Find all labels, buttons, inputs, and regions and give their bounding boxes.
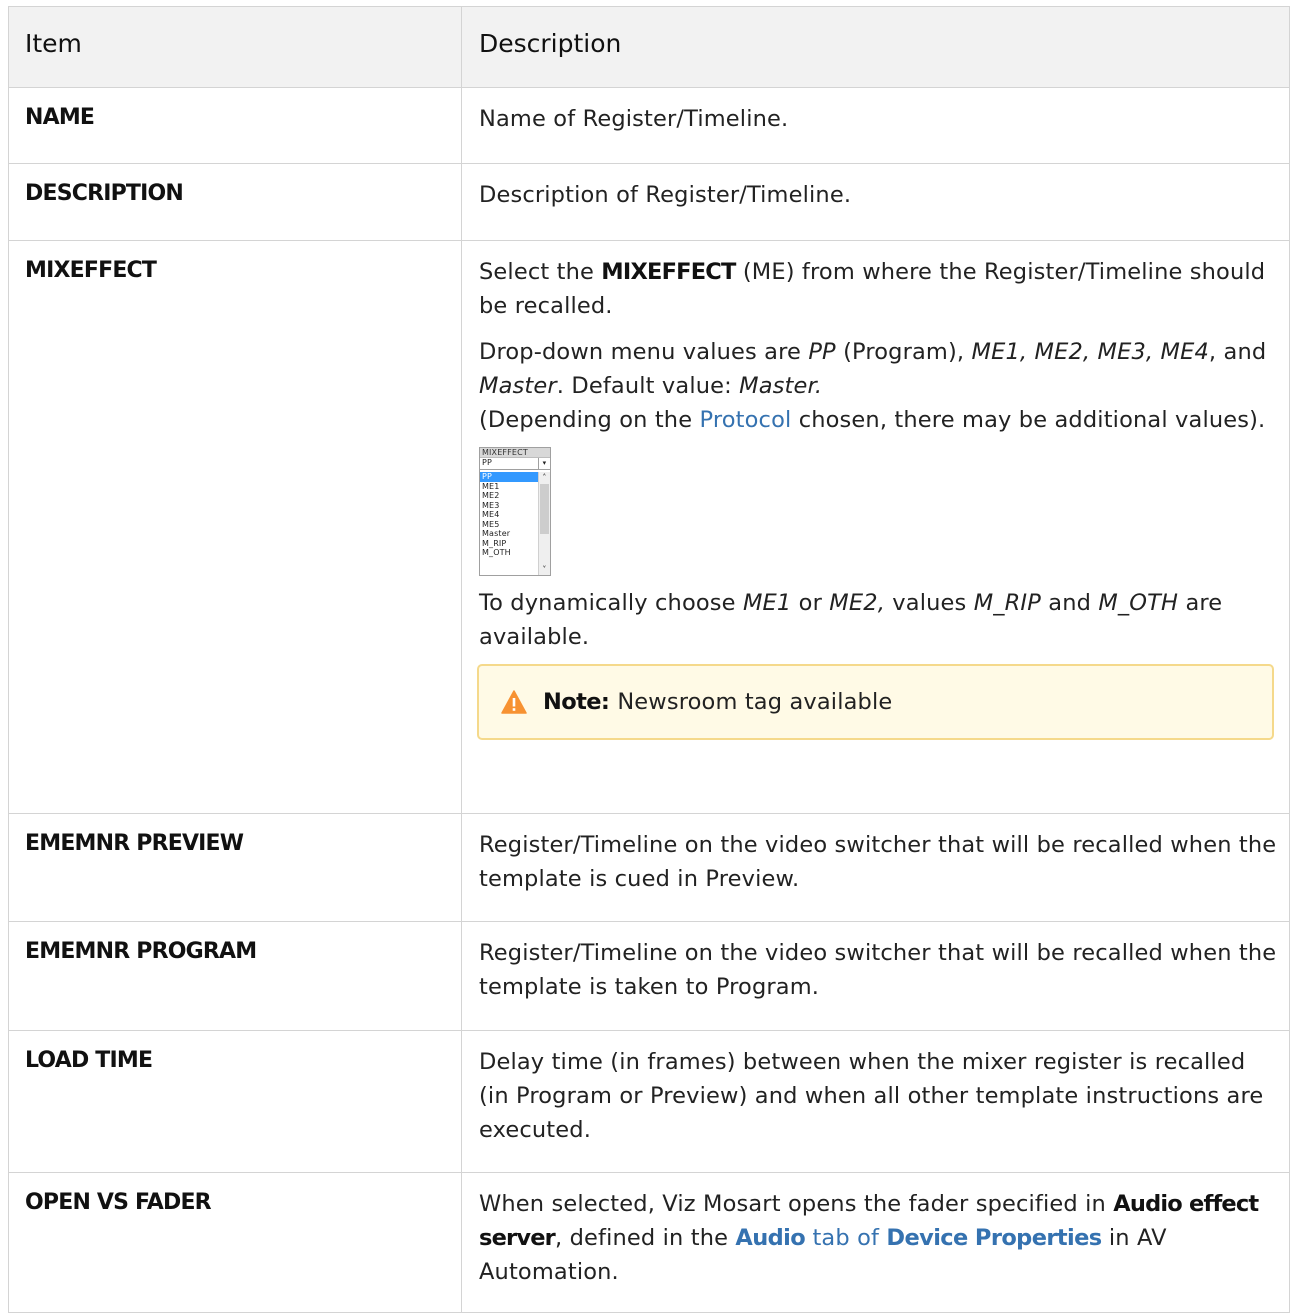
row-description: Delay time (in frames) between when the … [479, 1049, 1264, 1143]
dropdown-option: ME5 [482, 519, 500, 529]
dropdown-option: ME1 [482, 481, 500, 491]
dropdown-scrollbar: ˄ ˅ [538, 472, 550, 575]
dropdown-option: PP [480, 472, 539, 482]
row-description: Select the MIXEFFECT (ME) from where the… [462, 241, 1289, 762]
dropdown-option: M_RIP [482, 538, 507, 548]
row-key: EMEMNR PREVIEW [25, 831, 244, 856]
row-description: Register/Timeline on the video switcher … [479, 940, 1277, 1000]
chevron-down-icon: ˅ [542, 565, 547, 574]
mixeffect-paragraph-1: Select the MIXEFFECT (ME) from where the… [479, 259, 1266, 319]
dropdown-option: Master [482, 529, 511, 538]
row-key: MIXEFFECT [25, 258, 157, 283]
row-description: Description of Register/Timeline. [479, 182, 852, 208]
note-text: Newsroom tag available [617, 689, 893, 715]
dropdown-option: ME3 [482, 500, 500, 510]
table-row: DESCRIPTION Description of Register/Time… [8, 163, 1290, 241]
mixeffect-paragraph-3: To dynamically choose ME1 or ME2, values… [479, 590, 1223, 650]
chevron-down-icon: ▾ [538, 458, 550, 469]
tab-of-link[interactable]: tab of [805, 1225, 886, 1251]
table-header-row: Item Description [8, 6, 1290, 88]
row-description: Register/Timeline on the video switcher … [479, 832, 1277, 892]
table-row: NAME Name of Register/Timeline. [8, 87, 1290, 164]
dropdown-option: ME2 [482, 491, 500, 500]
note-label: Note: [543, 689, 610, 715]
audio-link[interactable]: Audio [735, 1225, 805, 1251]
protocol-link[interactable]: Protocol [700, 407, 792, 433]
mixeffect-dropdown-screenshot: MIXEFFECT PP ▾ PP ME1 ME2 ME3 ME4 ME5 Mas… [479, 447, 551, 576]
row-key: DESCRIPTION [25, 181, 184, 206]
dropdown-option: M_OTH [482, 548, 511, 557]
dropdown-option: ME4 [482, 510, 500, 519]
row-description: Name of Register/Timeline. [479, 106, 789, 132]
table-row: EMEMNR PROGRAM Register/Timeline on the … [8, 921, 1290, 1031]
warning-triangle-icon [501, 690, 527, 714]
properties-table: Item Description NAME Name of Register/T… [8, 6, 1290, 1313]
dropdown-option-list: PP ME1 ME2 ME3 ME4 ME5 Master M_RIP M_OT… [480, 472, 539, 575]
row-key: LOAD TIME [25, 1048, 153, 1073]
table-row: MIXEFFECT Select the MIXEFFECT (ME) from… [8, 240, 1290, 814]
row-key: OPEN VS FADER [25, 1190, 212, 1215]
table-row: OPEN VS FADER When selected, Viz Mosart … [8, 1172, 1290, 1313]
row-description: When selected, Viz Mosart opens the fade… [479, 1191, 1259, 1285]
table-row: EMEMNR PREVIEW Register/Timeline on the … [8, 813, 1290, 922]
header-item: Item [8, 6, 462, 88]
mixeffect-paragraph-2: Drop-down menu values are PP (Program), … [479, 339, 1267, 433]
note-panel: Note: Newsroom tag available [477, 664, 1274, 740]
chevron-up-icon: ˄ [542, 473, 547, 482]
row-key: NAME [25, 105, 95, 130]
device-properties-link[interactable]: Device Properties [886, 1225, 1102, 1251]
table-row: LOAD TIME Delay time (in frames) between… [8, 1030, 1290, 1173]
row-key: EMEMNR PROGRAM [25, 939, 257, 964]
header-description: Description [461, 6, 1290, 88]
